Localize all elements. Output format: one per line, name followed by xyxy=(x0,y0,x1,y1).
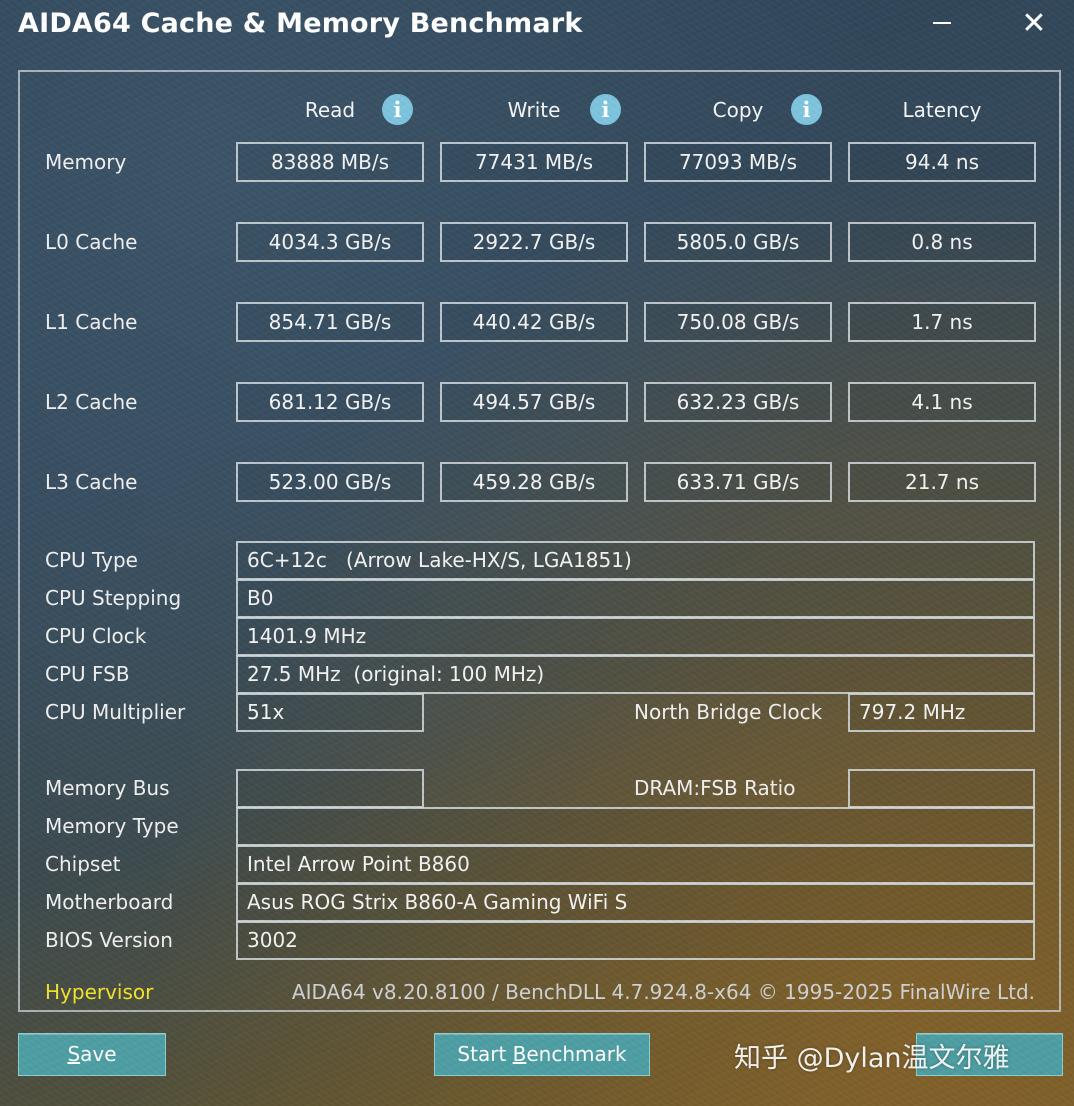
memory-bus-value xyxy=(236,769,424,808)
info-icon-read[interactable]: i xyxy=(382,94,413,125)
minimize-icon xyxy=(933,22,951,24)
l2-write-value: 494.57 GB/s xyxy=(440,382,628,422)
motherboard-value: Asus ROG Strix B860-A Gaming WiFi S xyxy=(236,883,1035,922)
chipset-value: Intel Arrow Point B860 xyxy=(236,845,1035,884)
watermark: 知乎 @Dylan温文尔雅 xyxy=(734,1043,1010,1074)
info-icon-write[interactable]: i xyxy=(590,94,621,125)
l2-latency-value: 4.1 ns xyxy=(848,382,1036,422)
row-label-memory: Memory xyxy=(45,150,127,174)
memory-copy-value: 77093 MB/s xyxy=(644,142,832,182)
l0-latency-value: 0.8 ns xyxy=(848,222,1036,262)
row-label-l1-cache: L1 Cache xyxy=(45,310,138,334)
memory-type-label: Memory Type xyxy=(45,814,179,838)
hypervisor-label: Hypervisor xyxy=(45,980,154,1004)
cpu-fsb-label: CPU FSB xyxy=(45,662,130,686)
row-label-l3-cache: L3 Cache xyxy=(45,470,138,494)
cpu-multiplier-label: CPU Multiplier xyxy=(45,700,186,724)
l0-write-value: 2922.7 GB/s xyxy=(440,222,628,262)
memory-type-value xyxy=(236,807,1035,846)
info-icon-copy[interactable]: i xyxy=(791,94,822,125)
close-icon: ✕ xyxy=(1021,6,1047,41)
l3-latency-value: 21.7 ns xyxy=(848,462,1036,502)
start-benchmark-label-rest: enchmark xyxy=(526,1042,627,1066)
l1-latency-value: 1.7 ns xyxy=(848,302,1036,342)
cpu-stepping-label: CPU Stepping xyxy=(45,586,182,610)
l1-read-value: 854.71 GB/s xyxy=(236,302,424,342)
dram-fsb-ratio-value xyxy=(848,769,1035,808)
cpu-type-label: CPU Type xyxy=(45,548,138,572)
row-label-l0-cache: L0 Cache xyxy=(45,230,138,254)
l3-write-value: 459.28 GB/s xyxy=(440,462,628,502)
chipset-label: Chipset xyxy=(45,852,121,876)
motherboard-label: Motherboard xyxy=(45,890,174,914)
start-benchmark-label-pre: Start xyxy=(457,1042,513,1066)
cpu-type-value: 6C+12c (Arrow Lake-HX/S, LGA1851) xyxy=(236,541,1035,580)
save-button-accel: S xyxy=(67,1042,81,1066)
l3-read-value: 523.00 GB/s xyxy=(236,462,424,502)
l2-copy-value: 632.23 GB/s xyxy=(644,382,832,422)
dram-fsb-ratio-label: DRAM:FSB Ratio xyxy=(634,776,796,800)
north-bridge-clock-label: North Bridge Clock xyxy=(634,700,823,724)
l1-write-value: 440.42 GB/s xyxy=(440,302,628,342)
memory-bus-label: Memory Bus xyxy=(45,776,170,800)
start-benchmark-button[interactable]: Start Benchmark xyxy=(434,1033,650,1076)
l1-copy-value: 750.08 GB/s xyxy=(644,302,832,342)
bios-version-label: BIOS Version xyxy=(45,928,173,952)
memory-read-value: 83888 MB/s xyxy=(236,142,424,182)
north-bridge-clock-value: 797.2 MHz xyxy=(848,693,1035,732)
l0-copy-value: 5805.0 GB/s xyxy=(644,222,832,262)
cpu-stepping-value: B0 xyxy=(236,579,1035,618)
bios-version-value: 3002 xyxy=(236,921,1035,960)
cpu-fsb-value: 27.5 MHz (original: 100 MHz) xyxy=(236,655,1035,694)
benchmark-window: AIDA64 Cache & Memory Benchmark ✕ Read i… xyxy=(0,0,1074,1106)
row-label-l2-cache: L2 Cache xyxy=(45,390,138,414)
l0-read-value: 4034.3 GB/s xyxy=(236,222,424,262)
column-header-write: Write xyxy=(507,98,561,122)
l3-copy-value: 633.71 GB/s xyxy=(644,462,832,502)
cpu-clock-value: 1401.9 MHz xyxy=(236,617,1035,656)
start-benchmark-accel: B xyxy=(512,1042,527,1066)
save-button-label: ave xyxy=(80,1042,117,1066)
memory-write-value: 77431 MB/s xyxy=(440,142,628,182)
cpu-clock-label: CPU Clock xyxy=(45,624,147,648)
column-header-latency: Latency xyxy=(902,98,982,122)
close-button[interactable]: ✕ xyxy=(1014,6,1054,42)
column-header-read: Read xyxy=(304,98,356,122)
minimize-button[interactable] xyxy=(922,6,962,42)
version-copyright: AIDA64 v8.20.8100 / BenchDLL 4.7.924.8-x… xyxy=(291,980,1035,1004)
memory-latency-value: 94.4 ns xyxy=(848,142,1036,182)
window-title: AIDA64 Cache & Memory Benchmark xyxy=(18,8,583,39)
l2-read-value: 681.12 GB/s xyxy=(236,382,424,422)
save-button[interactable]: Save xyxy=(18,1033,166,1076)
column-header-copy: Copy xyxy=(712,98,764,122)
cpu-multiplier-value: 51x xyxy=(236,693,424,732)
